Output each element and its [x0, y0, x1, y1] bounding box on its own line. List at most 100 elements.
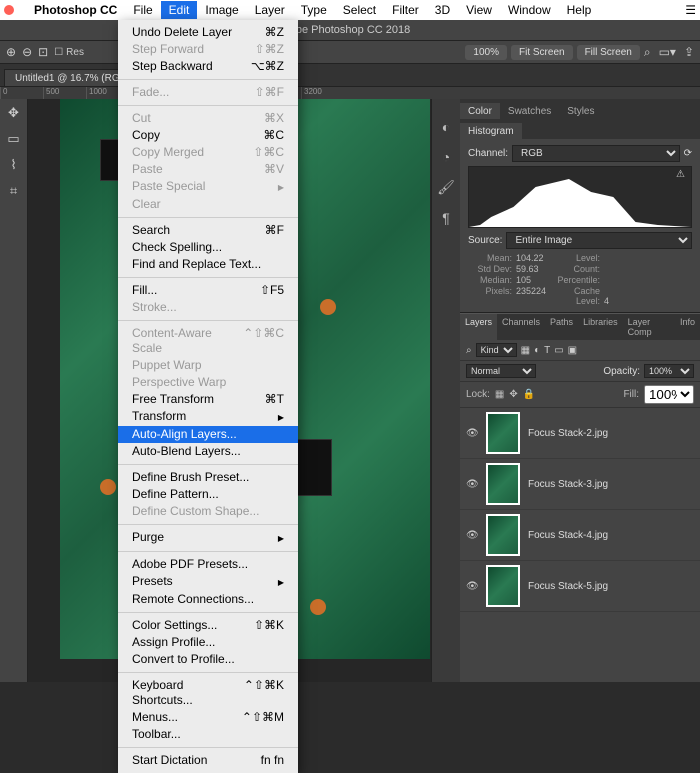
move-tool-icon[interactable]: ✥ — [4, 103, 24, 123]
color-panel-tabs: Color Swatches Styles — [460, 99, 700, 119]
menu-item-copy-merged: Copy Merged⇧⌘C — [118, 144, 298, 161]
menu-layer[interactable]: Layer — [247, 1, 293, 19]
paragraph-icon[interactable]: ¶ — [442, 210, 450, 226]
tab-histogram[interactable]: Histogram — [460, 123, 522, 139]
layer-thumbnail[interactable] — [486, 412, 520, 454]
zoom-tool-icon[interactable]: ⊕ — [6, 45, 16, 59]
menu-item-find-and-replace-text[interactable]: Find and Replace Text... — [118, 256, 298, 273]
tab-layers[interactable]: Layers — [460, 314, 497, 340]
tab-paths[interactable]: Paths — [545, 314, 578, 340]
layer-row[interactable]: 👁 Focus Stack-4.jpg — [460, 510, 700, 561]
menu-edit[interactable]: Edit — [161, 1, 198, 19]
menu-item-free-transform[interactable]: Free Transform⌘T — [118, 391, 298, 408]
visibility-icon[interactable]: 👁 — [466, 530, 478, 541]
filter-type-icon[interactable]: T — [544, 345, 550, 356]
menu-type[interactable]: Type — [293, 1, 335, 19]
filter-shape-icon[interactable]: ▭ — [554, 345, 563, 356]
kind-filter-icon[interactable]: ⌕ — [466, 345, 472, 356]
opacity-select[interactable]: 100% — [644, 364, 694, 378]
menu-item-color-settings[interactable]: Color Settings...⇧⌘K — [118, 617, 298, 634]
zoom-fit-icon[interactable]: ⊡ — [38, 45, 48, 59]
workspace-icon[interactable]: ▭▾ — [659, 45, 676, 60]
resize-windows-checkbox[interactable]: ☐ Res — [54, 47, 84, 58]
tab-channels[interactable]: Channels — [497, 314, 545, 340]
zoom-out-icon[interactable]: ⊖ — [22, 45, 32, 59]
share-icon[interactable]: ⇪ — [684, 45, 694, 60]
layer-name[interactable]: Focus Stack-4.jpg — [528, 530, 694, 541]
menu-item-presets[interactable]: Presets — [118, 573, 298, 591]
adjustments-icon[interactable]: ◐ — [442, 119, 450, 135]
tab-layer-comp[interactable]: Layer Comp — [623, 314, 675, 340]
layer-name[interactable]: Focus Stack-3.jpg — [528, 479, 694, 490]
layer-name[interactable]: Focus Stack-2.jpg — [528, 428, 694, 439]
lasso-tool-icon[interactable]: ⌇ — [4, 155, 24, 175]
layer-row[interactable]: 👁 Focus Stack-5.jpg — [460, 561, 700, 612]
menu-item-undo-delete-layer[interactable]: Undo Delete Layer⌘Z — [118, 24, 298, 41]
menu-filter[interactable]: Filter — [384, 1, 427, 19]
menu-select[interactable]: Select — [335, 1, 384, 19]
menu-item-auto-align-layers[interactable]: Auto-Align Layers... — [118, 426, 298, 443]
tab-swatches[interactable]: Swatches — [500, 103, 559, 119]
filter-smart-icon[interactable]: ▣ — [568, 345, 577, 356]
menu-image[interactable]: Image — [197, 1, 246, 19]
menu-item-convert-to-profile[interactable]: Convert to Profile... — [118, 651, 298, 668]
lock-position-icon[interactable]: ✥ — [509, 389, 517, 400]
lock-pixels-icon[interactable]: ▦ — [495, 389, 504, 400]
menu-item-define-pattern[interactable]: Define Pattern... — [118, 486, 298, 503]
layer-row[interactable]: 👁 Focus Stack-2.jpg — [460, 408, 700, 459]
menu-item-start-dictation[interactable]: Start Dictationfn fn — [118, 752, 298, 769]
crop-tool-icon[interactable]: ⌗ — [4, 181, 24, 201]
menu-item-remote-connections[interactable]: Remote Connections... — [118, 591, 298, 608]
source-select[interactable]: Entire Image — [506, 232, 692, 249]
filter-pixel-icon[interactable]: ▦ — [521, 345, 530, 356]
color-icon[interactable]: ◔ — [442, 149, 450, 165]
visibility-icon[interactable]: 👁 — [466, 581, 478, 592]
zoom-percent-button[interactable]: 100% — [465, 45, 507, 60]
layer-thumbnail[interactable] — [486, 565, 520, 607]
menu-item-check-spelling[interactable]: Check Spelling... — [118, 239, 298, 256]
layer-thumbnail[interactable] — [486, 514, 520, 556]
menu-file[interactable]: File — [125, 1, 160, 19]
menu-item-define-brush-preset[interactable]: Define Brush Preset... — [118, 469, 298, 486]
menu-item-step-backward[interactable]: Step Backward⌥⌘Z — [118, 58, 298, 75]
fill-select[interactable]: 100% — [644, 385, 694, 404]
menu-item-transform[interactable]: Transform — [118, 408, 298, 426]
lock-all-icon[interactable]: 🔒 — [523, 389, 535, 400]
visibility-icon[interactable]: 👁 — [466, 428, 478, 439]
fit-screen-button[interactable]: Fit Screen — [511, 45, 573, 60]
window-close-dot[interactable] — [4, 5, 14, 15]
menu-item-search[interactable]: Search⌘F — [118, 222, 298, 239]
layer-row[interactable]: 👁 Focus Stack-3.jpg — [460, 459, 700, 510]
menu-item-adobe-pdf-presets[interactable]: Adobe PDF Presets... — [118, 556, 298, 573]
filter-adjust-icon[interactable]: ◐ — [534, 345, 540, 356]
refresh-icon[interactable]: ⟳ — [684, 148, 692, 159]
fill-screen-button[interactable]: Fill Screen — [577, 45, 640, 60]
menu-view[interactable]: View — [458, 1, 500, 19]
warning-icon[interactable]: ⚠ — [676, 169, 685, 180]
visibility-icon[interactable]: 👁 — [466, 479, 478, 490]
layer-thumbnail[interactable] — [486, 463, 520, 505]
brush-icon[interactable]: 🖌 — [437, 179, 455, 196]
menu-3d[interactable]: 3D — [427, 1, 458, 19]
menu-item-assign-profile[interactable]: Assign Profile... — [118, 634, 298, 651]
menu-item-copy[interactable]: Copy⌘C — [118, 127, 298, 144]
layer-name[interactable]: Focus Stack-5.jpg — [528, 581, 694, 592]
panel-dock: ◐ ◔ 🖌 ¶ — [432, 99, 460, 682]
channel-select[interactable]: RGB — [512, 145, 680, 162]
tab-color[interactable]: Color — [460, 103, 500, 119]
menu-item-fill[interactable]: Fill...⇧F5 — [118, 282, 298, 299]
notification-icon[interactable]: ☰ — [685, 3, 696, 17]
search-icon[interactable]: ⌕ — [644, 45, 651, 60]
tab-info[interactable]: Info — [675, 314, 700, 340]
menu-item-auto-blend-layers[interactable]: Auto-Blend Layers... — [118, 443, 298, 460]
tab-libraries[interactable]: Libraries — [578, 314, 623, 340]
menu-window[interactable]: Window — [500, 1, 559, 19]
menu-item-purge[interactable]: Purge — [118, 529, 298, 547]
tab-styles[interactable]: Styles — [559, 103, 602, 119]
menu-help[interactable]: Help — [559, 1, 600, 19]
kind-select[interactable]: Kind — [476, 343, 517, 357]
marquee-tool-icon[interactable]: ▭ — [4, 129, 24, 149]
menu-item-menus[interactable]: Menus...⌃⇧⌘M — [118, 709, 298, 726]
blend-mode-select[interactable]: Normal — [466, 364, 536, 378]
menu-item-toolbar[interactable]: Toolbar... — [118, 726, 298, 743]
